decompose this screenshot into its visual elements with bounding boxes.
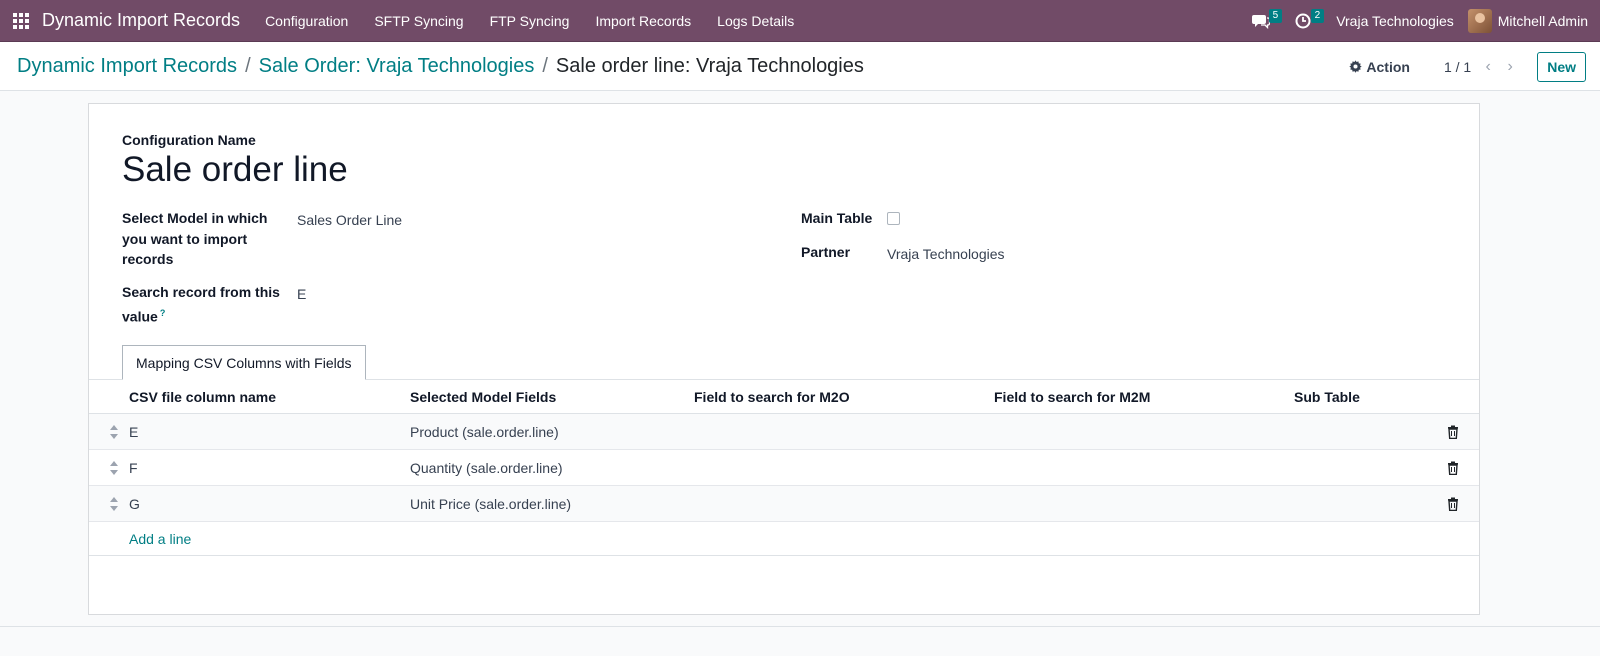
action-button[interactable]: Action: [1349, 59, 1410, 75]
control-panel: Dynamic Import Records / Sale Order: Vra…: [0, 42, 1600, 91]
model-field-cell[interactable]: Quantity (sale.order.line): [410, 450, 563, 486]
new-button[interactable]: New: [1537, 51, 1586, 82]
top-navbar: Dynamic Import Records Configuration SFT…: [0, 0, 1600, 42]
csv-column-cell[interactable]: G: [129, 486, 140, 522]
model-field-cell[interactable]: Unit Price (sale.order.line): [410, 486, 571, 522]
apps-menu-icon[interactable]: [0, 0, 42, 42]
pager-next-icon[interactable]: ›: [1499, 58, 1521, 76]
drag-handle-icon[interactable]: [109, 461, 119, 475]
csv-column-cell[interactable]: F: [129, 450, 138, 486]
table-header: CSV file column name Selected Model Fiel…: [89, 380, 1479, 414]
menu-ftp-syncing[interactable]: FTP Syncing: [477, 13, 583, 29]
breadcrumb-separator: /: [245, 54, 251, 77]
activities-button[interactable]: 2: [1288, 0, 1325, 42]
search-label: Search record from this value?: [122, 282, 282, 327]
chat-icon: [1252, 15, 1271, 29]
menu-import-records[interactable]: Import Records: [582, 13, 704, 29]
partner-label: Partner: [801, 244, 851, 260]
search-value-field[interactable]: E: [297, 286, 306, 302]
action-label: Action: [1366, 58, 1410, 75]
table-row[interactable]: G Unit Price (sale.order.line): [89, 486, 1479, 522]
page-bottom-divider: [0, 626, 1600, 627]
mapping-table: CSV file column name Selected Model Fiel…: [89, 380, 1479, 556]
tab-mapping-csv[interactable]: Mapping CSV Columns with Fields: [122, 345, 366, 380]
clock-icon: [1295, 13, 1311, 29]
model-label: Select Model in which you want to import…: [122, 210, 268, 267]
breadcrumb-current: Sale order line: Vraja Technologies: [555, 54, 864, 77]
user-menu[interactable]: Mitchell Admin: [1467, 9, 1588, 33]
help-icon[interactable]: ?: [160, 308, 166, 318]
messages-badge: 5: [1268, 9, 1283, 23]
app-brand[interactable]: Dynamic Import Records: [42, 10, 240, 31]
breadcrumb-item-dynamic-import[interactable]: Dynamic Import Records: [17, 55, 237, 78]
model-field[interactable]: Sales Order Line: [297, 212, 402, 228]
company-switcher[interactable]: Vraja Technologies: [1336, 13, 1454, 29]
config-name-label: Configuration Name: [122, 132, 256, 148]
pager-value[interactable]: 1 / 1: [1444, 59, 1471, 75]
avatar: [1467, 9, 1492, 33]
table-row[interactable]: F Quantity (sale.order.line): [89, 450, 1479, 486]
activities-badge: 2: [1310, 9, 1325, 23]
main-table-checkbox[interactable]: [887, 212, 900, 225]
column-header-m2o[interactable]: Field to search for M2O: [694, 380, 850, 414]
column-header-sub-table[interactable]: Sub Table: [1294, 380, 1360, 414]
partner-field[interactable]: Vraja Technologies: [887, 246, 1005, 262]
column-header-csv[interactable]: CSV file column name: [129, 380, 276, 414]
model-field-cell[interactable]: Product (sale.order.line): [410, 414, 559, 450]
drag-handle-icon[interactable]: [109, 497, 119, 511]
drag-handle-icon[interactable]: [109, 425, 119, 439]
form-sheet: Configuration Name Sale order line Selec…: [88, 103, 1480, 615]
csv-column-cell[interactable]: E: [129, 414, 138, 450]
trash-icon[interactable]: [1447, 497, 1459, 511]
menu-logs-details[interactable]: Logs Details: [704, 13, 807, 29]
add-line-link[interactable]: Add a line: [89, 522, 1479, 556]
column-header-m2m[interactable]: Field to search for M2M: [994, 380, 1150, 414]
messages-button[interactable]: 5: [1246, 0, 1283, 42]
main-table-label: Main Table: [801, 210, 873, 226]
breadcrumb-separator: /: [542, 54, 548, 77]
breadcrumb-item-sale-order[interactable]: Sale Order: Vraja Technologies: [259, 55, 535, 78]
search-label-text: Search record from this value: [122, 284, 280, 325]
menu-sftp-syncing[interactable]: SFTP Syncing: [361, 13, 476, 29]
user-name: Mitchell Admin: [1497, 13, 1588, 29]
trash-icon[interactable]: [1447, 461, 1459, 475]
pager-previous-icon[interactable]: ‹: [1477, 58, 1499, 76]
breadcrumb: Dynamic Import Records / Sale Order: Vra…: [17, 55, 864, 78]
table-row[interactable]: E Product (sale.order.line): [89, 414, 1479, 450]
trash-icon[interactable]: [1447, 425, 1459, 439]
column-header-model-fields[interactable]: Selected Model Fields: [410, 380, 556, 414]
config-name-field[interactable]: Sale order line: [122, 150, 348, 190]
menu-configuration[interactable]: Configuration: [252, 13, 361, 29]
gear-icon: [1349, 60, 1363, 73]
